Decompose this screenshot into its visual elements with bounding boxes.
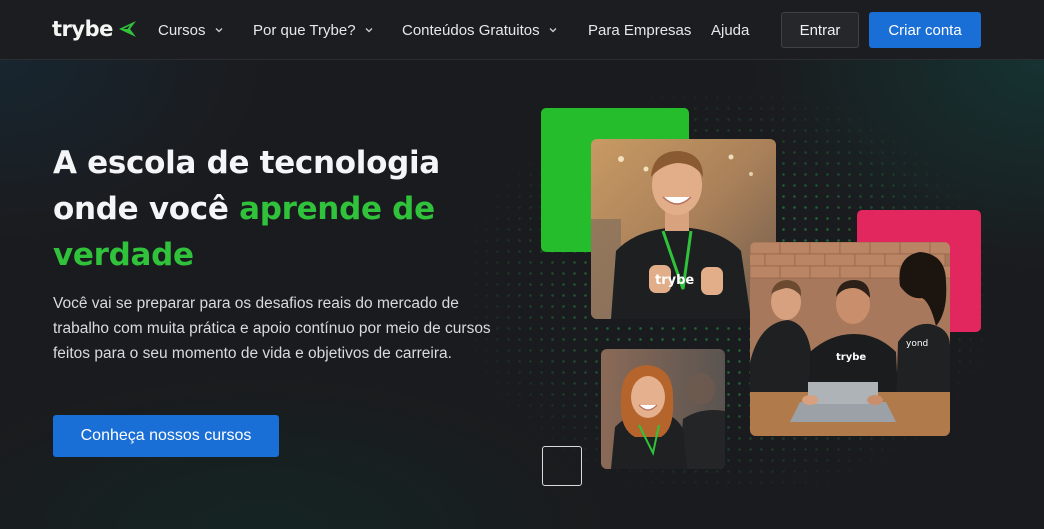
photo-laughing-woman	[601, 349, 725, 469]
top-navbar: trybe Cursos Por que Trybe? Conteúdos Gr…	[0, 0, 1044, 60]
logo-text: trybe	[52, 17, 113, 41]
signup-button[interactable]: Criar conta	[869, 12, 981, 48]
shirt-logo-text: trybe	[655, 273, 694, 288]
chevron-down-icon	[549, 28, 557, 33]
nav-item-ajuda[interactable]: Ajuda	[711, 20, 749, 40]
shirt-logo-text: trybe	[836, 352, 866, 363]
hero-description: Você vai se preparar para os desafios re…	[53, 295, 491, 362]
chevron-down-icon	[365, 28, 373, 33]
hero-headline: A escola de tecnologia onde você aprende…	[53, 140, 473, 278]
photo-smiling-student: trybe	[591, 139, 776, 319]
trybe-arrow-icon	[118, 21, 136, 37]
photo-students-at-laptop: trybe yond	[750, 242, 950, 436]
nav-item-conteudos-gratuitos[interactable]: Conteúdos Gratuitos	[402, 20, 558, 40]
nav-item-cursos[interactable]: Cursos	[158, 20, 224, 40]
trybe-logo[interactable]: trybe	[52, 16, 137, 42]
nav-item-por-que-trybe[interactable]: Por que Trybe?	[253, 20, 374, 40]
see-courses-button[interactable]: Conheça nossos cursos	[53, 415, 279, 457]
login-button[interactable]: Entrar	[781, 12, 859, 48]
chevron-down-icon	[215, 28, 222, 33]
outline-square-decoration	[542, 446, 582, 486]
nav-item-para-empresas[interactable]: Para Empresas	[588, 20, 691, 40]
shirt-logo-text: yond	[906, 339, 928, 349]
